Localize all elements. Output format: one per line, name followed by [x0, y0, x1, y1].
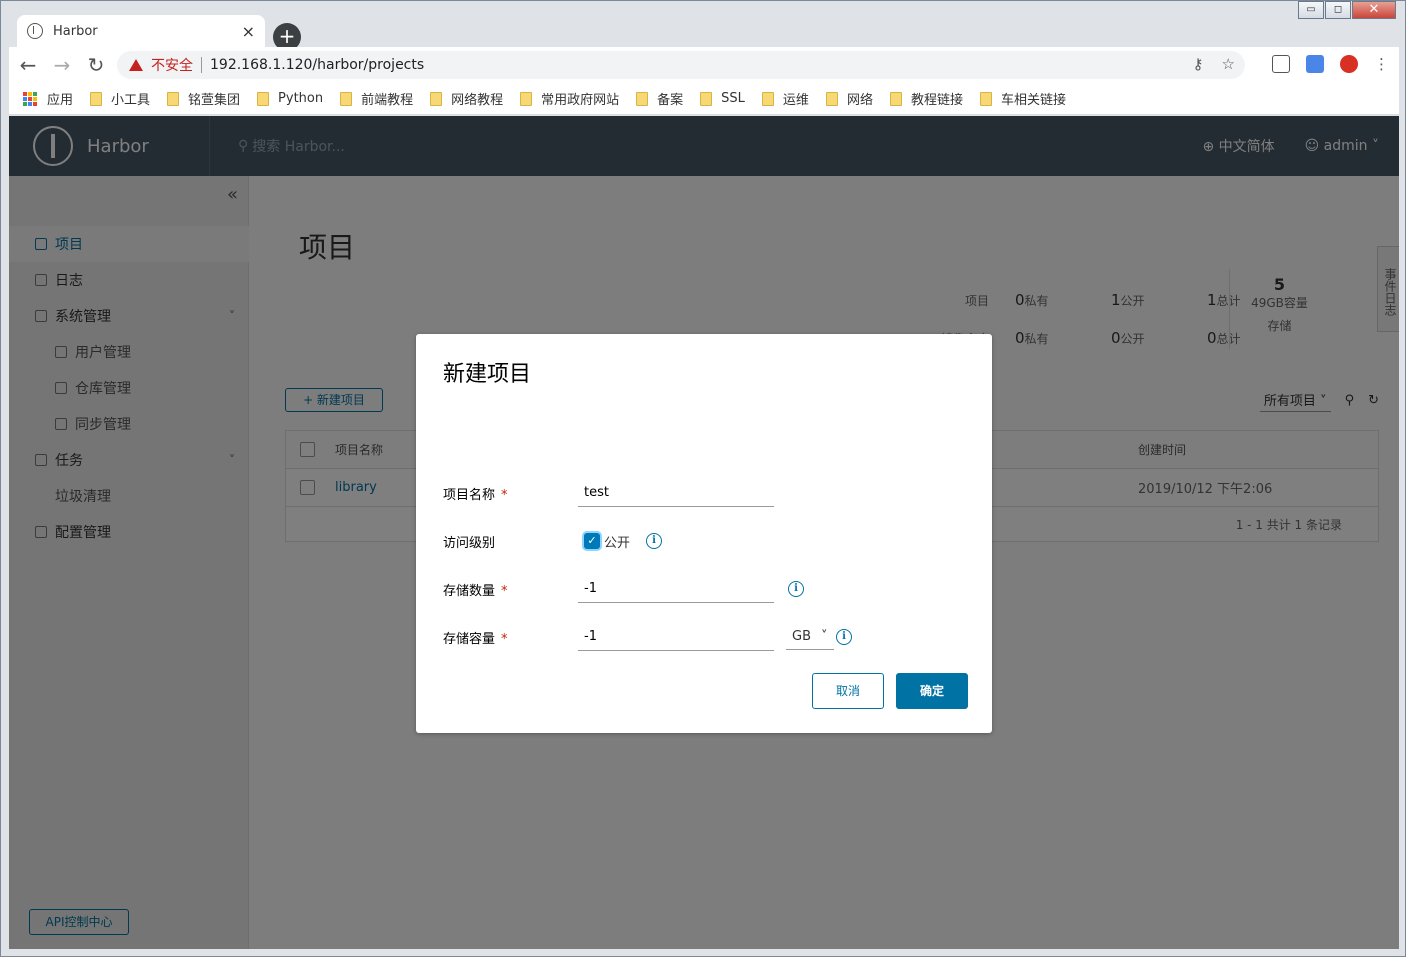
bookmark-item[interactable]: 铭萱集团: [167, 89, 240, 108]
bookmark-label: SSL: [721, 91, 745, 106]
bookmark-label: 网络教程: [451, 93, 504, 108]
menu-dots-icon[interactable]: ⋮: [1374, 55, 1389, 73]
info-icon[interactable]: i: [646, 533, 663, 549]
bookmark-label: 小工具: [111, 93, 151, 108]
bookmark-label: 常用政府网站: [541, 93, 620, 108]
bookmark-item[interactable]: Python: [257, 91, 323, 106]
project-name-row: 项目名称 * test: [443, 478, 963, 508]
apps-grid-icon: [23, 91, 37, 106]
storage-capacity-label: 存储容量 *: [443, 631, 508, 647]
bookmark-item[interactable]: 网络: [825, 89, 873, 108]
browser-window: ▭ ◻ ✕ Harbor × + ← → ↻ 不安全 192.168.1.120…: [0, 0, 1406, 957]
bookmark-label: 网络: [846, 93, 873, 108]
folder-icon: [167, 91, 180, 106]
bookmark-label: 铭萱集团: [188, 93, 241, 108]
address-separator: [201, 57, 202, 73]
storage-count-row: 存储数量 * -1 i: [443, 574, 963, 604]
bookmark-item[interactable]: 前端教程: [340, 89, 413, 108]
insecure-label: 不安全: [151, 58, 193, 74]
project-name-input[interactable]: test: [578, 479, 774, 507]
storage-capacity-row: 存储容量 * -1 GB ˅ i: [443, 622, 963, 652]
reload-icon[interactable]: ↻: [81, 50, 111, 80]
tab-title: Harbor: [53, 23, 98, 39]
bookmark-label: 备案: [657, 93, 684, 108]
dialog-title: 新建项目: [443, 362, 532, 387]
capacity-unit-select[interactable]: GB ˅: [786, 624, 834, 650]
confirm-button[interactable]: 确定: [896, 673, 968, 709]
chevron-down-icon: ˅: [821, 629, 828, 644]
forward-icon[interactable]: →: [47, 50, 77, 80]
bookmark-label: 教程链接: [910, 93, 963, 108]
bookmark-item[interactable]: 运维: [761, 89, 809, 108]
folder-icon: [90, 91, 103, 106]
folder-icon: [889, 91, 902, 106]
public-checkbox[interactable]: ✓: [584, 533, 600, 549]
access-level-row: 访问级别 ✓ 公开 i: [443, 526, 963, 556]
translate-icon[interactable]: [1306, 55, 1324, 73]
bookmark-label: Python: [278, 91, 324, 106]
qr-code-icon[interactable]: [1272, 55, 1290, 73]
back-icon[interactable]: ←: [13, 50, 43, 80]
cancel-button[interactable]: 取消: [812, 673, 884, 709]
folder-icon: [761, 91, 774, 106]
new-project-dialog: 新建项目 项目名称 * test 访问级别 ✓ 公开 i 存储数量 * -1 i 存…: [416, 334, 992, 733]
harbor-favicon-icon: [27, 23, 43, 39]
bookmark-item[interactable]: 车相关链接: [979, 89, 1066, 108]
browser-tab[interactable]: Harbor ×: [17, 15, 265, 47]
harbor-app: Harbor ⚲ 搜索 Harbor... ⊕ 中文简体 ☺ admin ˅ «…: [9, 116, 1399, 949]
bookmark-item[interactable]: 小工具: [90, 89, 150, 108]
omnibox-icons: ⚷ ☆: [1193, 55, 1235, 73]
extension-red-icon[interactable]: [1340, 55, 1358, 73]
info-icon[interactable]: i: [836, 629, 852, 645]
address-bar[interactable]: 不安全 192.168.1.120/harbor/projects ⚷ ☆: [117, 51, 1245, 79]
tab-strip: Harbor × +: [9, 9, 1399, 51]
bookmark-item[interactable]: SSL: [700, 91, 745, 106]
storage-count-label: 存储数量 *: [443, 583, 508, 599]
bookmark-label: 运维: [782, 93, 809, 108]
access-level-label: 访问级别: [443, 535, 496, 551]
bookmark-label: 前端教程: [361, 93, 414, 108]
warning-icon: [129, 59, 143, 71]
folder-icon: [825, 91, 838, 106]
bookmark-item[interactable]: 备案: [636, 89, 683, 108]
tab-close-icon[interactable]: ×: [242, 22, 255, 41]
star-icon[interactable]: ☆: [1222, 55, 1235, 73]
project-name-label: 项目名称 *: [443, 487, 508, 503]
bookmarks-bar: 应用 小工具 铭萱集团 Python 前端教程 网络教程 常用政府网站 备案 S…: [9, 83, 1399, 115]
bookmark-label: 应用: [47, 93, 74, 108]
bookmark-item[interactable]: 网络教程: [430, 89, 503, 108]
folder-icon: [430, 91, 443, 106]
bookmark-label: 车相关链接: [1000, 93, 1066, 108]
public-label: 公开: [604, 535, 631, 551]
key-icon[interactable]: ⚷: [1193, 55, 1204, 73]
folder-icon: [979, 91, 992, 106]
folder-icon: [257, 91, 270, 106]
folder-icon: [636, 91, 649, 106]
bookmark-apps[interactable]: 应用: [23, 89, 73, 108]
storage-count-input[interactable]: -1: [578, 575, 774, 603]
browser-toolbar: ← → ↻ 不安全 192.168.1.120/harbor/projects …: [9, 47, 1399, 83]
info-icon[interactable]: i: [788, 581, 804, 597]
extension-icons: ⋮: [1272, 55, 1389, 73]
bookmark-item[interactable]: 常用政府网站: [520, 89, 619, 108]
folder-icon: [520, 91, 533, 106]
folder-icon: [340, 91, 353, 106]
storage-capacity-input[interactable]: -1: [578, 623, 774, 651]
folder-icon: [700, 91, 713, 106]
bookmark-item[interactable]: 教程链接: [889, 89, 963, 108]
url-text: 192.168.1.120/harbor/projects: [210, 57, 425, 73]
